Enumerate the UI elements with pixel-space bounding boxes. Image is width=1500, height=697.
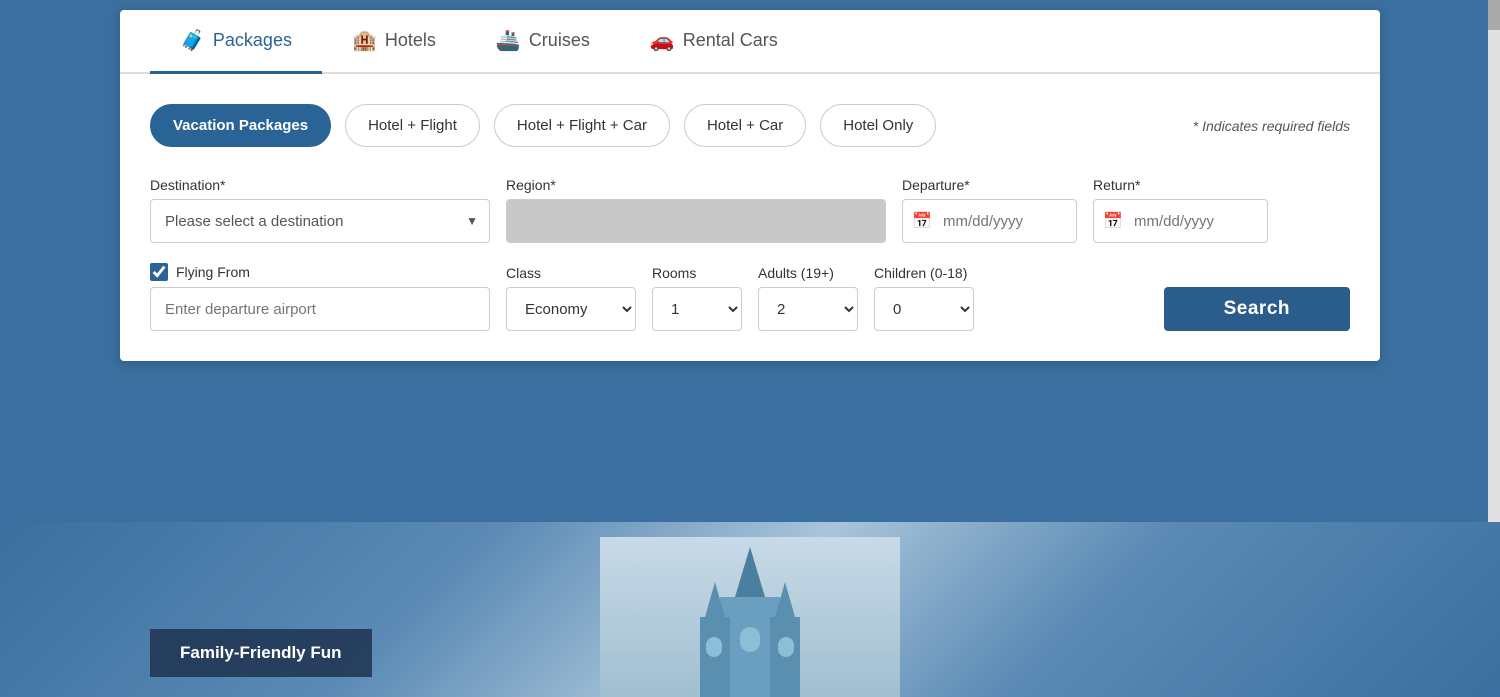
region-group: Region* <box>506 177 886 243</box>
region-label: Region* <box>506 177 886 193</box>
nav-tabs: 🧳 Packages 🏨 Hotels 🚢 Cruises 🚗 Rental C… <box>120 10 1380 74</box>
rooms-label: Rooms <box>652 265 742 281</box>
region-input[interactable] <box>506 199 886 243</box>
banner-label: Family-Friendly Fun <box>150 629 372 677</box>
destination-select[interactable]: Please select a destination <box>150 199 490 243</box>
flying-from-checkbox[interactable] <box>150 263 168 281</box>
class-label: Class <box>506 265 636 281</box>
destination-group: Destination* Please select a destination… <box>150 177 490 243</box>
class-group: Class Economy Business First Class <box>506 265 636 331</box>
departure-label: Departure* <box>902 177 1077 193</box>
bg-bottom: Family-Friendly Fun <box>0 522 1500 697</box>
children-select[interactable]: 0 1 2 3 4 5 <box>874 287 974 331</box>
flying-from-label: Flying From <box>176 264 250 280</box>
departure-group: Departure* 📅 <box>902 177 1077 243</box>
main-card: 🧳 Packages 🏨 Hotels 🚢 Cruises 🚗 Rental C… <box>120 10 1380 361</box>
adults-group: Adults (19+) 1 2 3 4 5 6 <box>758 265 858 331</box>
departure-date-wrapper: 📅 <box>902 199 1077 243</box>
destination-wrapper: Please select a destination ▼ <box>150 199 490 243</box>
castle-image <box>600 537 900 697</box>
return-group: Return* 📅 <box>1093 177 1268 243</box>
required-note: * Indicates required fields <box>1193 118 1350 134</box>
btn-hotel-flight[interactable]: Hotel + Flight <box>345 104 480 147</box>
btn-hotel-car[interactable]: Hotel + Car <box>684 104 806 147</box>
cruises-icon: 🚢 <box>496 28 521 53</box>
form-row-1: Destination* Please select a destination… <box>120 157 1380 253</box>
flying-from-label-row: Flying From <box>150 263 490 281</box>
tab-hotels[interactable]: 🏨 Hotels <box>322 10 466 74</box>
return-date-wrapper: 📅 <box>1093 199 1268 243</box>
form-row-2: Flying From Class Economy Business First… <box>120 253 1380 361</box>
children-group: Children (0-18) 0 1 2 3 4 5 <box>874 265 974 331</box>
adults-label: Adults (19+) <box>758 265 858 281</box>
package-section: Vacation Packages Hotel + Flight Hotel +… <box>120 74 1380 157</box>
packages-icon: 🧳 <box>180 28 205 53</box>
scrollbar-thumb[interactable] <box>1488 0 1500 30</box>
package-buttons: Vacation Packages Hotel + Flight Hotel +… <box>150 104 1350 147</box>
return-label: Return* <box>1093 177 1268 193</box>
children-label: Children (0-18) <box>874 265 974 281</box>
btn-vacation-packages[interactable]: Vacation Packages <box>150 104 331 147</box>
tab-rental-cars-label: Rental Cars <box>683 30 778 51</box>
tab-packages-label: Packages <box>213 30 292 51</box>
tab-cruises-label: Cruises <box>529 30 590 51</box>
hotels-icon: 🏨 <box>352 28 377 53</box>
return-input[interactable] <box>1093 199 1268 243</box>
flying-from-input[interactable] <box>150 287 490 331</box>
tab-packages[interactable]: 🧳 Packages <box>150 10 322 74</box>
rental-cars-icon: 🚗 <box>650 28 675 53</box>
flying-from-group: Flying From <box>150 263 490 331</box>
rooms-select[interactable]: 1 2 3 4 5 <box>652 287 742 331</box>
tab-rental-cars[interactable]: 🚗 Rental Cars <box>620 10 808 74</box>
btn-hotel-flight-car[interactable]: Hotel + Flight + Car <box>494 104 670 147</box>
adults-select[interactable]: 1 2 3 4 5 6 <box>758 287 858 331</box>
departure-input[interactable] <box>902 199 1077 243</box>
tab-hotels-label: Hotels <box>385 30 436 51</box>
tab-cruises[interactable]: 🚢 Cruises <box>466 10 620 74</box>
class-select[interactable]: Economy Business First Class <box>506 287 636 331</box>
btn-hotel-only[interactable]: Hotel Only <box>820 104 936 147</box>
search-button[interactable]: Search <box>1164 287 1350 331</box>
destination-label: Destination* <box>150 177 490 193</box>
rooms-group: Rooms 1 2 3 4 5 <box>652 265 742 331</box>
